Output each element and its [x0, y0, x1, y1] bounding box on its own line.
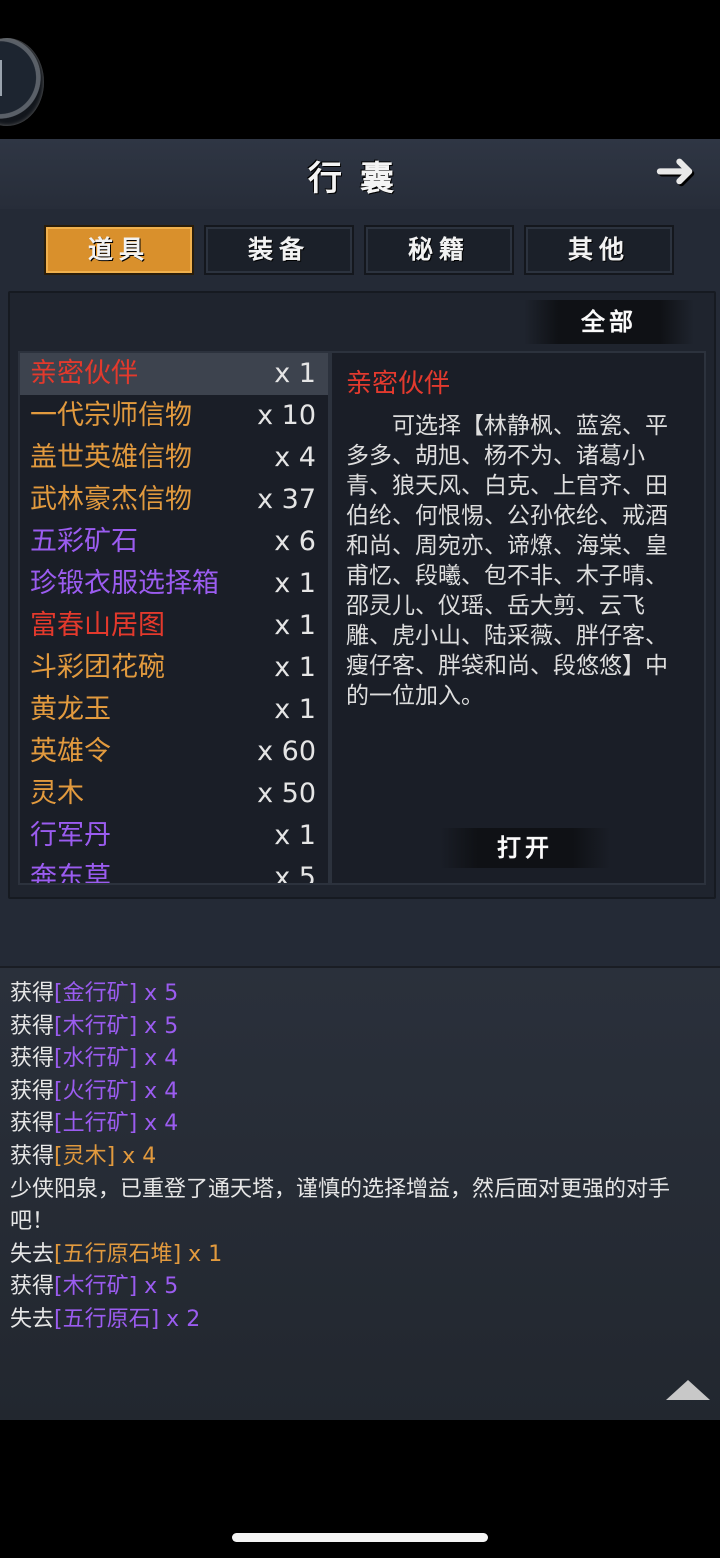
tab-props[interactable]: 道具 — [44, 225, 194, 275]
log-line: 获得[土行矿] x 4 — [10, 1108, 710, 1141]
item-quantity: x 1 — [274, 358, 316, 389]
log-text: 失去 — [10, 1306, 55, 1332]
item-name: 一代宗师信物 — [30, 400, 192, 431]
log-item-link: [灵木] x 4 — [54, 1143, 157, 1169]
list-item[interactable]: 英雄令 x 60 — [20, 731, 328, 773]
category-tabs: 道具 装备 秘籍 其他 — [44, 225, 676, 275]
character-emblem-icon[interactable] — [0, 38, 44, 126]
log-line: 获得[火行矿] x 4 — [10, 1076, 710, 1109]
home-indicator[interactable] — [232, 1533, 488, 1542]
log-item-link: [水行矿] x 4 — [54, 1046, 179, 1072]
item-list[interactable]: 亲密伙伴 x 1 一代宗师信物 x 10 盖世英雄信物 x 4 武林豪杰信物 x 37 五彩矿石… — [18, 351, 330, 885]
log-text: 获得 — [10, 1143, 55, 1169]
log-lines: 获得[金行矿] x 5 获得[木行矿] x 5 获得[水行矿] x 4 获得[火行矿]… — [10, 978, 710, 1337]
list-item[interactable]: 灵木 x 50 — [20, 773, 328, 815]
list-item[interactable]: 五彩矿石 x 6 — [20, 521, 328, 563]
log-line: 获得[木行矿] x 5 — [10, 1011, 710, 1044]
item-quantity: x 1 — [274, 568, 316, 599]
item-quantity: x 5 — [274, 862, 316, 885]
list-item[interactable]: 黄龙玉 x 1 — [20, 689, 328, 731]
detail-description: 可选择【林静枫、蓝瓷、平多多、胡旭、杨不为、诸葛小青、狼天风、白克、上官齐、田伯… — [346, 413, 668, 709]
item-detail-panel: 亲密伙伴 可选择【林静枫、蓝瓷、平多多、胡旭、杨不为、诸葛小青、狼天风、白克、上… — [330, 351, 706, 885]
log-item-link: [五行原石] x 2 — [54, 1306, 201, 1332]
item-name: 斗彩团花碗 — [30, 652, 165, 683]
log-item-link: [土行矿] x 4 — [54, 1111, 179, 1137]
log-text: 获得 — [10, 1274, 55, 1300]
log-item-link: [木行矿] x 5 — [54, 1013, 179, 1039]
item-quantity: x 50 — [257, 778, 316, 809]
item-name: 盖世英雄信物 — [30, 442, 192, 473]
log-line: 获得[金行矿] x 5 — [10, 978, 710, 1011]
item-name: 珍锻衣服选择箱 — [30, 568, 219, 599]
list-item[interactable]: 富春山居图 x 1 — [20, 605, 328, 647]
item-quantity: x 1 — [274, 652, 316, 683]
item-quantity: x 1 — [274, 820, 316, 851]
item-name: 富春山居图 — [30, 610, 165, 641]
scroll-up-icon[interactable] — [666, 1380, 710, 1400]
message-log[interactable]: 获得[金行矿] x 5 获得[木行矿] x 5 获得[水行矿] x 4 获得[火行矿]… — [0, 966, 720, 1420]
item-quantity: x 6 — [274, 526, 316, 557]
item-name: 武林豪杰信物 — [30, 484, 192, 515]
page-title: 行囊 — [308, 159, 412, 199]
item-quantity: x 1 — [274, 694, 316, 725]
log-text: 获得 — [10, 981, 55, 1006]
log-text: 获得 — [10, 1046, 55, 1072]
log-line: 获得[木行矿] x 5 — [10, 1271, 710, 1304]
item-quantity: x 4 — [274, 442, 316, 473]
log-text: 获得 — [10, 1111, 55, 1137]
list-item[interactable]: 武林豪杰信物 x 37 — [20, 479, 328, 521]
item-quantity: x 1 — [274, 610, 316, 641]
detail-item-name: 亲密伙伴 — [346, 369, 451, 399]
item-name: 五彩矿石 — [30, 526, 138, 557]
log-line: 失去[五行原石] x 2 — [10, 1304, 710, 1337]
list-item[interactable]: 亲密伙伴 x 1 — [20, 353, 328, 395]
item-quantity: x 10 — [257, 400, 316, 431]
right-arrow-icon[interactable]: ➜ — [644, 145, 706, 195]
log-item-link: [五行原石堆] x 1 — [54, 1241, 223, 1267]
log-text: 获得 — [10, 1078, 55, 1104]
item-name: 行军丹 — [30, 820, 111, 851]
log-item-link: [木行矿] x 5 — [54, 1274, 179, 1300]
item-name: 奔东草 — [30, 862, 111, 885]
item-name: 英雄令 — [30, 736, 111, 767]
item-name: 黄龙玉 — [30, 694, 111, 725]
log-text: 少侠阳泉，已重登了通天塔，谨慎的选择增益，然后面对更强的对手吧！ — [10, 1176, 671, 1235]
log-text: 失去 — [10, 1241, 55, 1267]
header-bar: 行囊 ➜ — [0, 139, 720, 211]
log-line: 失去[五行原石堆] x 1 — [10, 1239, 710, 1272]
list-item[interactable]: 一代宗师信物 x 10 — [20, 395, 328, 437]
list-item[interactable]: 奔东草 x 5 — [20, 857, 328, 885]
item-name: 灵木 — [30, 778, 84, 809]
tab-equipment[interactable]: 装备 — [204, 225, 354, 275]
log-line: 获得[灵木] x 4 — [10, 1141, 710, 1174]
item-quantity: x 37 — [257, 484, 316, 515]
list-item[interactable]: 行军丹 x 1 — [20, 815, 328, 857]
item-quantity: x 60 — [257, 736, 316, 767]
log-item-link: [火行矿] x 4 — [54, 1078, 179, 1104]
list-item[interactable]: 珍锻衣服选择箱 x 1 — [20, 563, 328, 605]
log-text: 获得 — [10, 1013, 55, 1039]
list-item[interactable]: 斗彩团花碗 x 1 — [20, 647, 328, 689]
log-item-link: [金行矿] x 5 — [54, 981, 179, 1006]
tab-other[interactable]: 其他 — [524, 225, 674, 275]
list-item[interactable]: 盖世英雄信物 x 4 — [20, 437, 328, 479]
tab-manuals[interactable]: 秘籍 — [364, 225, 514, 275]
log-line: 少侠阳泉，已重登了通天塔，谨慎的选择增益，然后面对更强的对手吧！ — [10, 1174, 710, 1239]
open-button[interactable]: 打开 — [440, 828, 610, 868]
item-name: 亲密伙伴 — [30, 358, 138, 389]
log-line: 获得[水行矿] x 4 — [10, 1043, 710, 1076]
filter-all-button[interactable]: 全部 — [524, 300, 694, 344]
